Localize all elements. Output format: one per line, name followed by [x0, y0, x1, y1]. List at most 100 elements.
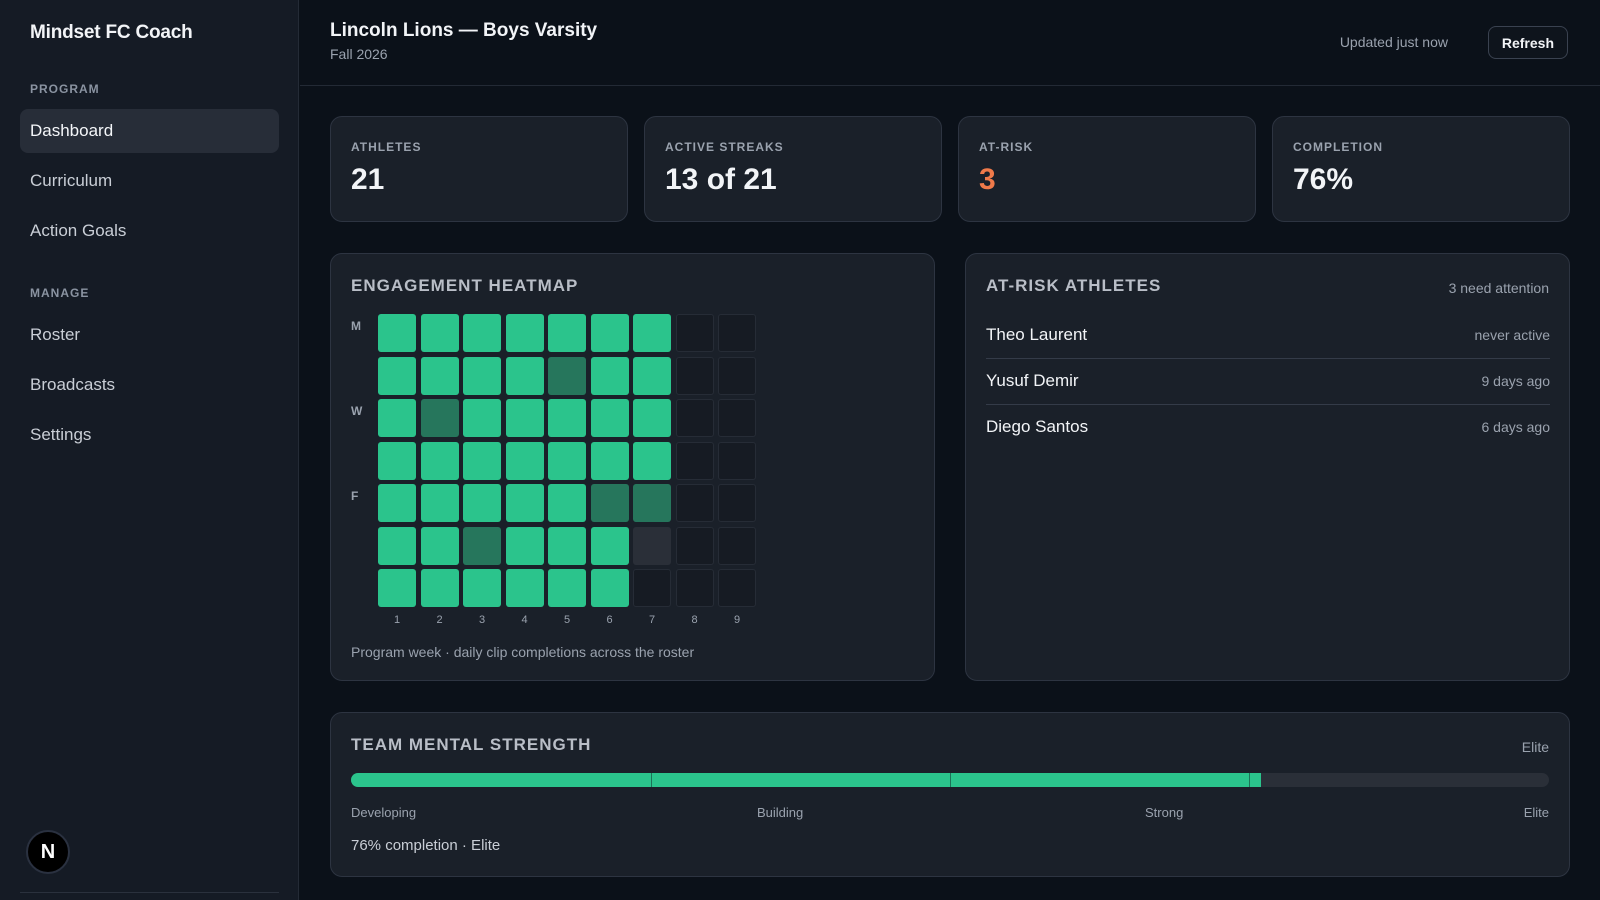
heatmap-cell[interactable]	[463, 399, 501, 437]
heatmap-cell[interactable]	[505, 526, 544, 565]
heatmap-cell[interactable]	[548, 356, 586, 395]
heatmap-cell[interactable]	[548, 484, 586, 522]
heatmap-cell[interactable]	[590, 441, 629, 480]
heatmap-week-label: 4	[521, 614, 528, 626]
heatmap-cell[interactable]	[590, 399, 629, 437]
heatmap-cell[interactable]	[420, 484, 459, 522]
heatmap-cell[interactable]	[378, 399, 416, 437]
stat-value: 13 of 21	[665, 163, 777, 196]
heatmap-cell[interactable]	[633, 356, 671, 395]
tier-label-developing: Developing	[351, 805, 417, 820]
heatmap-cell[interactable]	[718, 526, 756, 565]
heatmap-cell[interactable]	[505, 484, 544, 522]
nav-section-program: PROGRAM	[30, 82, 100, 96]
heatmap-cell[interactable]	[590, 314, 629, 352]
stat-card-at-risk: AT-RISK 3	[958, 116, 1256, 222]
team-mental-strength-card: TEAM MENTAL STRENGTH Elite Developing Bu…	[330, 712, 1570, 877]
heatmap-cell[interactable]	[590, 484, 629, 522]
heatmap-cell[interactable]	[718, 399, 756, 437]
section-title: AT-RISK ATHLETES	[986, 276, 1162, 295]
heatmap-cell[interactable]	[378, 441, 416, 480]
heatmap-cell[interactable]	[548, 569, 586, 607]
stat-card-active-streaks: ACTIVE STREAKS 13 of 21	[644, 116, 942, 222]
heatmap-cell[interactable]	[548, 441, 586, 480]
heatmap-cell[interactable]	[505, 569, 544, 607]
avatar[interactable]: N	[26, 830, 70, 874]
strength-progress-fill	[351, 773, 1262, 787]
heatmap-cell[interactable]	[718, 314, 756, 352]
list-item[interactable]: Theo Laurent never active	[986, 313, 1550, 359]
heatmap-cell[interactable]	[463, 314, 501, 352]
heatmap-cell[interactable]	[463, 441, 501, 480]
tier-divider	[1249, 773, 1250, 787]
heatmap-cell[interactable]	[590, 569, 629, 607]
heatmap-cell[interactable]	[675, 484, 714, 522]
sidebar-item-roster[interactable]: Roster	[20, 313, 279, 357]
athlete-last-active: 9 days ago	[1481, 373, 1551, 389]
heatmap-cell[interactable]	[420, 526, 459, 565]
heatmap-cell[interactable]	[718, 569, 756, 607]
stat-value: 3	[979, 163, 996, 196]
tier-divider	[651, 773, 652, 787]
nav-section-manage: MANAGE	[30, 286, 90, 300]
strength-summary: 76% completion · Elite	[351, 837, 501, 854]
heatmap-cell[interactable]	[675, 356, 714, 395]
heatmap-caption: Program week · daily clip completions ac…	[351, 644, 695, 660]
heatmap-cell[interactable]	[675, 569, 714, 607]
heatmap-cell[interactable]	[505, 399, 544, 437]
heatmap-cell[interactable]	[548, 399, 586, 437]
heatmap-cell[interactable]	[633, 569, 671, 607]
heatmap-cell[interactable]	[378, 356, 416, 395]
heatmap-cell[interactable]	[633, 441, 671, 480]
heatmap-week-label: 2	[436, 614, 443, 626]
sidebar-item-dashboard[interactable]: Dashboard	[20, 109, 279, 153]
heatmap-cell[interactable]	[420, 441, 459, 480]
heatmap-day-label: F	[351, 489, 359, 503]
heatmap-cell[interactable]	[378, 526, 416, 565]
tier-divider	[950, 773, 951, 787]
heatmap-cell[interactable]	[378, 484, 416, 522]
sidebar-divider	[20, 892, 279, 893]
tier-label-building: Building	[757, 805, 804, 820]
sidebar-item-action-goals[interactable]: Action Goals	[20, 209, 279, 253]
heatmap-cell[interactable]	[590, 356, 629, 395]
sidebar-item-broadcasts[interactable]: Broadcasts	[20, 363, 279, 407]
heatmap-cell[interactable]	[590, 526, 629, 565]
heatmap-cell[interactable]	[675, 441, 714, 480]
list-item[interactable]: Diego Santos 6 days ago	[986, 405, 1550, 451]
heatmap-cell[interactable]	[633, 484, 671, 522]
heatmap-cell[interactable]	[505, 441, 544, 480]
heatmap-cell[interactable]	[463, 356, 501, 395]
heatmap-cell[interactable]	[633, 526, 671, 565]
heatmap-cell[interactable]	[548, 314, 586, 352]
heatmap-cell[interactable]	[675, 399, 714, 437]
heatmap-cell[interactable]	[548, 526, 586, 565]
sidebar-item-curriculum[interactable]: Curriculum	[20, 159, 279, 203]
heatmap-cell[interactable]	[633, 314, 671, 352]
refresh-button[interactable]: Refresh	[1487, 26, 1568, 59]
heatmap-cell[interactable]	[463, 484, 501, 522]
heatmap-cell[interactable]	[463, 526, 501, 565]
season-subtitle: Fall 2026	[330, 46, 388, 62]
sidebar: Mindset FC Coach PROGRAM Dashboard Curri…	[0, 0, 299, 900]
heatmap-cell[interactable]	[420, 314, 459, 352]
heatmap-cell[interactable]	[675, 314, 714, 352]
heatmap-cell[interactable]	[718, 356, 756, 395]
stat-card-completion: COMPLETION 76%	[1272, 116, 1570, 222]
list-item[interactable]: Yusuf Demir 9 days ago	[986, 359, 1550, 405]
heatmap-cell[interactable]	[718, 484, 756, 522]
heatmap-cell[interactable]	[420, 399, 459, 437]
heatmap-cell[interactable]	[505, 356, 544, 395]
heatmap-cell[interactable]	[718, 441, 756, 480]
heatmap-cell[interactable]	[378, 569, 416, 607]
heatmap-cell[interactable]	[420, 569, 459, 607]
heatmap-week-label: 3	[478, 614, 486, 626]
heatmap-cell[interactable]	[463, 569, 501, 607]
heatmap-cell[interactable]	[420, 356, 459, 395]
heatmap-cell[interactable]	[378, 314, 416, 352]
sidebar-item-settings[interactable]: Settings	[20, 413, 279, 457]
heatmap-week-label: 1	[393, 614, 401, 626]
heatmap-cell[interactable]	[505, 314, 544, 352]
heatmap-cell[interactable]	[633, 399, 671, 437]
heatmap-cell[interactable]	[675, 526, 714, 565]
